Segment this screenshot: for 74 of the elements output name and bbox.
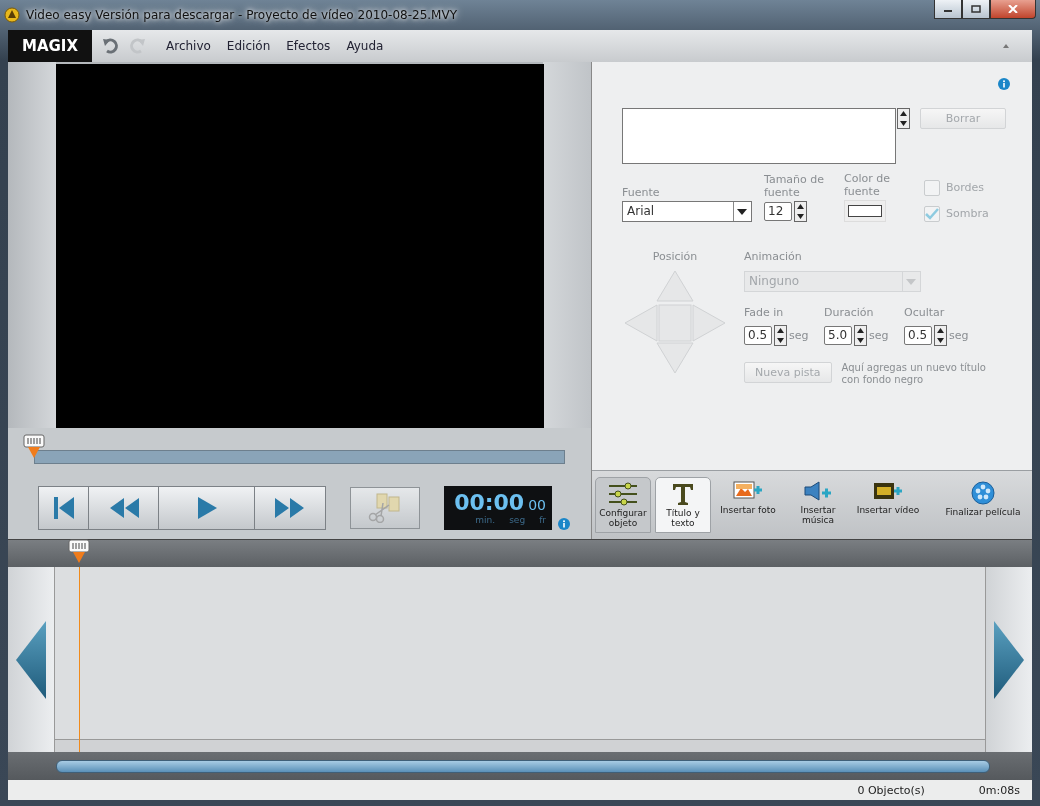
font-color-button[interactable] [844, 199, 886, 222]
timecode-unit: min. [475, 514, 496, 525]
checkbox[interactable] [924, 179, 940, 196]
spin-arrows-icon[interactable] [896, 107, 910, 129]
app-logo: MAGIX [8, 29, 92, 62]
timing-label: Fade in [744, 305, 785, 319]
timecode-time: 00:00 [454, 489, 525, 515]
checkbox-label: Bordes [946, 181, 985, 195]
menu-item[interactable]: Ayuda [338, 38, 392, 53]
info-icon[interactable] [558, 517, 570, 530]
menu-item[interactable]: Archivo [158, 38, 219, 53]
toolbar-button[interactable]: Insertar música [785, 477, 851, 534]
skip-to-start-icon [51, 495, 76, 520]
timing-label: Ocultar [904, 305, 946, 319]
speaker-plus-icon [803, 481, 833, 504]
fast-forward-icon [274, 495, 306, 520]
font-size-label: Tamaño de fuente [764, 172, 826, 199]
spin-arrows-icon[interactable] [774, 324, 787, 346]
timing-field[interactable]: 5.0 [824, 325, 852, 345]
timeline-scrollbar[interactable] [56, 759, 990, 773]
app-icon [4, 6, 20, 23]
position-label: Posición [652, 249, 698, 263]
animation-label: Animación [744, 249, 803, 263]
font-dropdown[interactable]: Arial [622, 200, 752, 222]
title-text-field[interactable] [622, 107, 896, 164]
font-size-field[interactable]: 12 [764, 201, 792, 221]
maximize-icon [971, 5, 981, 13]
total-duration: 0m:08s [978, 783, 1020, 797]
toolbar-button[interactable]: Finalizar película [938, 477, 1028, 534]
menu-item[interactable]: Edición [218, 38, 279, 53]
left-arrow-icon [15, 619, 47, 700]
checkbox[interactable] [924, 205, 940, 222]
collapse-icon[interactable] [1002, 42, 1010, 49]
undo-icon[interactable] [102, 36, 120, 55]
spin-arrows-icon[interactable] [854, 324, 867, 346]
timecode-unit: seg [509, 514, 526, 525]
play-icon [195, 495, 218, 520]
window-title: Video easy Versión para descargar - Proyecto de vídeo 2010-08-25.MVY [26, 7, 457, 22]
play-button[interactable] [159, 486, 255, 529]
unit-label: seg [789, 328, 809, 342]
scroll-left-button[interactable] [8, 567, 54, 753]
tab[interactable]: Configurar objeto [595, 477, 651, 534]
minimize-button[interactable] [934, 0, 962, 19]
skip-to-start-button[interactable] [39, 486, 89, 529]
timing-field[interactable]: 0.5 [744, 325, 772, 345]
object-count: 0 Objecto(s) [857, 783, 925, 797]
unit-label: seg [869, 328, 889, 342]
info-icon[interactable] [998, 77, 1010, 90]
checkbox-label: Sombra [946, 207, 989, 221]
spin-arrows-icon[interactable] [934, 324, 947, 346]
timing-label: Duración [824, 305, 875, 319]
sliders-icon [608, 482, 638, 507]
font-color-label: Color de fuente [844, 171, 891, 198]
timecode-frames: 00 [528, 496, 546, 513]
new-track-hint: Aquí agregas un nuevo título con fondo negro [841, 361, 987, 386]
close-icon [1008, 5, 1018, 13]
unit-label: seg [949, 328, 969, 342]
toolbar-button[interactable]: Insertar foto [715, 477, 781, 534]
position-slider[interactable] [23, 433, 565, 464]
scroll-right-button[interactable] [986, 567, 1032, 753]
scissors-icon [367, 492, 403, 523]
rewind-button[interactable] [89, 486, 159, 529]
right-arrow-icon [993, 619, 1025, 700]
film-reel-icon [971, 481, 995, 506]
close-button[interactable] [990, 0, 1036, 19]
maximize-button[interactable] [962, 0, 990, 19]
timing-field[interactable]: 0.5 [904, 325, 932, 345]
toolbar-button[interactable]: Insertar vídeo [855, 477, 921, 534]
letter-t-icon [671, 482, 695, 507]
tab[interactable]: Título y texto [655, 477, 711, 534]
menu-item[interactable]: Efectos [278, 38, 339, 53]
timecode-unit: fr [539, 514, 546, 525]
spin-arrows-icon[interactable] [794, 200, 807, 222]
font-label: Fuente [622, 185, 661, 199]
